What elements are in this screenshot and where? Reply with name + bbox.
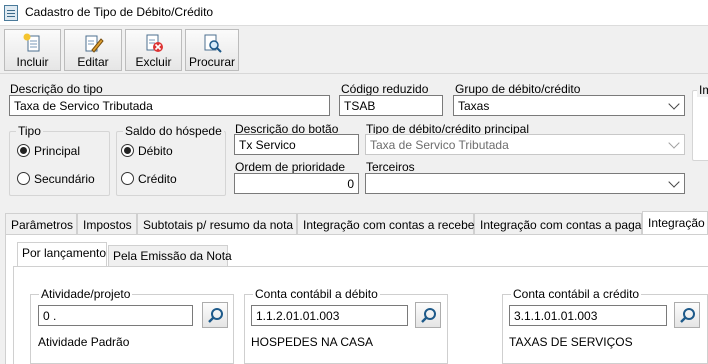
- ordem-prioridade-input[interactable]: 0: [234, 173, 359, 194]
- credito-label: Conta contábil a crédito: [511, 287, 642, 301]
- descricao-botao-input[interactable]: Tx Servico: [234, 134, 359, 155]
- tipo-principal-select[interactable]: Taxa de Servico Tributada: [365, 134, 685, 155]
- terceiros-select[interactable]: [365, 173, 685, 194]
- cut-off-groupbox: Im: [692, 83, 708, 161]
- excluir-button[interactable]: Excluir: [125, 29, 182, 71]
- excluir-label: Excluir: [135, 55, 172, 69]
- atividade-label: Atividade/projeto: [39, 287, 133, 301]
- codigo-reduzido-label: Código reduzido: [341, 82, 429, 96]
- atividade-description: Atividade Padrão: [38, 335, 130, 349]
- incluir-button[interactable]: Incluir: [4, 29, 61, 71]
- tipo-secundario-radio[interactable]: Secundário: [17, 172, 95, 186]
- editar-button[interactable]: Editar: [64, 29, 122, 71]
- saldo-group-title: Saldo do hóspede: [123, 124, 224, 138]
- delete-icon: [146, 34, 163, 52]
- radio-unselected-icon: [17, 172, 30, 185]
- subtab-por-lancamento[interactable]: Por lançamento: [17, 242, 107, 266]
- editar-label: Editar: [77, 55, 109, 69]
- magnifier-icon: [208, 308, 223, 323]
- credito-search-button[interactable]: [674, 302, 700, 328]
- debito-description: HOSPEDES NA CASA: [251, 335, 374, 349]
- new-document-icon: [23, 33, 39, 52]
- ordem-prioridade-label: Ordem de prioridade: [235, 160, 346, 174]
- debito-input[interactable]: 1.1.2.01.01.003: [251, 305, 408, 326]
- tab-contas-pagar[interactable]: Integração com contas a pagar: [474, 213, 645, 235]
- tab-impostos[interactable]: Impostos: [77, 213, 137, 235]
- descricao-tipo-label: Descrição do tipo: [10, 82, 103, 96]
- radio-selected-icon: [121, 144, 134, 157]
- tipo-group: Tipo: [9, 124, 110, 196]
- procurar-label: Procurar: [188, 55, 235, 69]
- chevron-down-icon: [668, 176, 680, 188]
- magnifier-icon: [421, 308, 436, 323]
- app-icon: [4, 5, 18, 21]
- edit-icon: [85, 35, 104, 53]
- credito-input[interactable]: 3.1.1.01.01.003: [509, 305, 667, 326]
- credito-description: TAXAS DE SERVIÇOS: [509, 335, 633, 349]
- grupo-value: Taxas: [458, 99, 490, 113]
- terceiros-label: Terceiros: [366, 160, 415, 174]
- title-bar: Cadastro de Tipo de Débito/Crédito: [0, 0, 708, 26]
- tipo-group-title: Tipo: [16, 124, 43, 138]
- magnifier-icon: [680, 308, 695, 323]
- atividade-input[interactable]: 0 .: [38, 305, 193, 326]
- saldo-group: Saldo do hóspede: [116, 124, 226, 196]
- incluir-label: Incluir: [16, 55, 49, 69]
- descricao-tipo-input[interactable]: Taxa de Servico Tributada: [9, 95, 330, 116]
- chevron-down-icon: [668, 137, 680, 149]
- tab-integracao[interactable]: Integração: [642, 211, 708, 236]
- debito-label: Conta contábil a débito: [253, 287, 380, 301]
- search-icon: [204, 34, 222, 53]
- saldo-debito-radio[interactable]: Débito: [121, 144, 173, 158]
- grupo-label: Grupo de débito/crédito: [455, 82, 581, 96]
- saldo-credito-label: Crédito: [138, 172, 177, 186]
- tipo-principal-label: Principal: [34, 144, 81, 158]
- atividade-search-button[interactable]: [202, 302, 228, 328]
- cut-off-label: Im: [697, 83, 708, 97]
- subtab-emissao-nota[interactable]: Pela Emissão da Nota: [108, 245, 232, 266]
- toolbar: Incluir Editar Excluir Procurar: [0, 26, 708, 74]
- chevron-down-icon: [668, 98, 680, 110]
- tab-subtotais[interactable]: Subtotais p/ resumo da nota: [137, 213, 297, 235]
- procurar-button[interactable]: Procurar: [185, 29, 239, 71]
- radio-selected-icon: [17, 144, 30, 157]
- saldo-debito-label: Débito: [138, 144, 173, 158]
- window-title: Cadastro de Tipo de Débito/Crédito: [25, 5, 214, 19]
- radio-unselected-icon: [121, 172, 134, 185]
- codigo-reduzido-input[interactable]: TSAB: [339, 95, 443, 116]
- tipo-principal-radio[interactable]: Principal: [17, 144, 80, 158]
- tab-parametros[interactable]: Parâmetros: [5, 213, 77, 235]
- grupo-select[interactable]: Taxas: [453, 95, 685, 116]
- tab-contas-receber[interactable]: Integração com contas a receber: [297, 213, 478, 235]
- tipo-secundario-label: Secundário: [34, 172, 95, 186]
- saldo-credito-radio[interactable]: Crédito: [121, 172, 177, 186]
- debito-search-button[interactable]: [415, 302, 441, 328]
- tipo-principal-value: Taxa de Servico Tributada: [370, 138, 509, 152]
